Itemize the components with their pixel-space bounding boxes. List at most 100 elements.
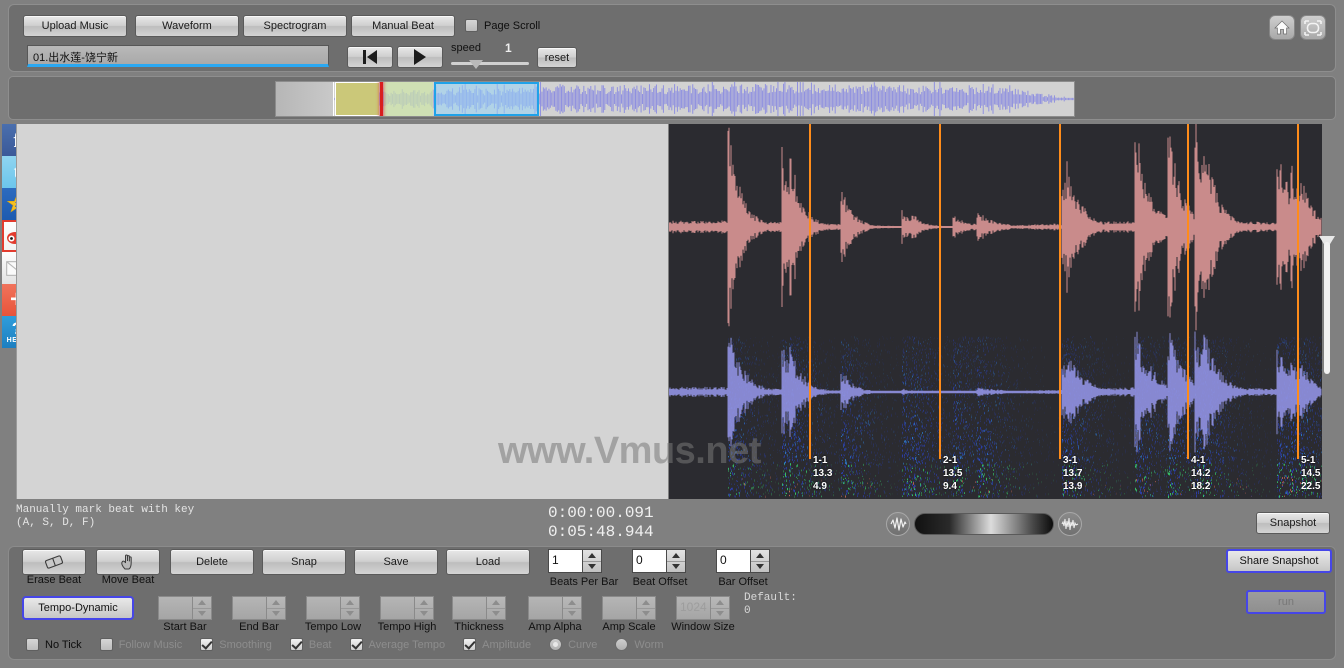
beat-label-3-1: 3-113.713.9 — [1063, 454, 1082, 493]
amp-scale-arrows — [636, 596, 656, 620]
average-tempo-checkbox: Average Tempo — [350, 638, 446, 651]
speed-slider-track[interactable] — [451, 62, 529, 65]
spectrogram-canvas[interactable]: 1-113.34.92-113.59.43-113.713.94-114.218… — [669, 124, 1322, 499]
beat-line-5-1[interactable] — [1297, 124, 1299, 459]
rewind-triangle-icon — [367, 50, 377, 64]
tempo-low-arrows — [340, 596, 360, 620]
start-bar-spinner — [158, 596, 212, 620]
overview-selection-olive[interactable] — [335, 82, 379, 116]
window-size-spinner: 1024 — [676, 596, 730, 620]
save-button[interactable]: Save — [354, 549, 438, 575]
bar-offset-spinner[interactable]: 0 — [716, 549, 770, 573]
beat-offset-spinner[interactable]: 0 — [632, 549, 686, 573]
beats-per-bar-value[interactable]: 1 — [548, 549, 582, 573]
beat-line-2-1[interactable] — [939, 124, 941, 459]
total-time: 0:05:48.944 — [548, 523, 654, 542]
snapshot-button[interactable]: Snapshot — [1256, 512, 1330, 534]
secondary-action-button[interactable]: run — [1246, 590, 1326, 614]
delete-button[interactable]: Delete — [170, 549, 254, 575]
tab-spectrogram[interactable]: Spectrogram — [243, 15, 347, 37]
amp-scale-spinner — [602, 596, 656, 620]
chevron-up-icon — [672, 553, 680, 558]
end-bar-down — [267, 609, 285, 620]
no-tick-checkbox[interactable]: No Tick — [26, 638, 82, 651]
beats-per-bar-up[interactable] — [583, 550, 601, 562]
snap-button[interactable]: Snap — [262, 549, 346, 575]
page-scroll-box[interactable] — [465, 19, 478, 32]
tempo-low-value — [306, 596, 340, 620]
empty-canvas-left[interactable] — [16, 124, 668, 499]
bar-offset-down[interactable] — [751, 562, 769, 573]
beats-per-bar-arrows[interactable] — [582, 549, 602, 573]
beat-offset-value[interactable]: 0 — [632, 549, 666, 573]
vertical-scrollbar[interactable] — [1324, 242, 1330, 374]
bar-offset-arrows[interactable] — [750, 549, 770, 573]
speed-slider-thumb[interactable] — [469, 60, 483, 69]
amp-alpha-up — [563, 597, 581, 609]
beats-per-bar-down[interactable] — [583, 562, 601, 573]
beat-offset-arrows[interactable] — [666, 549, 686, 573]
follow-music-label: Follow Music — [119, 639, 183, 651]
chevron-down-icon — [346, 611, 354, 616]
beat-line-1-1[interactable] — [809, 124, 811, 459]
follow-music-checkbox: Follow Music — [100, 638, 183, 651]
start-bar-value — [158, 596, 192, 620]
amp-scale-label: Amp Scale — [596, 621, 662, 633]
waveform-sharp-glyph — [1061, 517, 1079, 531]
erase-beat-button[interactable] — [22, 549, 86, 575]
track-title-input[interactable] — [27, 45, 329, 67]
no-tick-box[interactable] — [26, 638, 39, 651]
chevron-down-icon — [756, 564, 764, 569]
chevron-down-icon — [716, 611, 724, 616]
overview-waveform-strip[interactable] — [275, 81, 1075, 117]
bar-offset-value[interactable]: 0 — [716, 549, 750, 573]
eraser-icon — [43, 554, 65, 570]
waveform-round-icon[interactable] — [886, 512, 910, 536]
share-snapshot-button[interactable]: Share Snapshot — [1226, 549, 1332, 573]
rewind-button[interactable] — [347, 46, 393, 68]
beat-offset-down[interactable] — [667, 562, 685, 573]
beat-bar-number: 3-1 — [1063, 454, 1082, 467]
speed-reset-button[interactable]: reset — [537, 47, 577, 68]
beat-time-value: 18.2 — [1191, 480, 1210, 493]
beat-tempo-value: 14.5 — [1301, 467, 1320, 480]
overview-region-green[interactable] — [384, 82, 433, 116]
overview-viewport-blue[interactable] — [434, 82, 539, 116]
home-glyph — [1274, 20, 1290, 35]
overview-navigator-panel — [8, 76, 1336, 120]
curve-box — [549, 638, 562, 651]
play-button[interactable] — [397, 46, 443, 68]
beat-checkbox: Beat — [290, 638, 332, 651]
tab-manual-beat[interactable]: Manual Beat — [351, 15, 455, 37]
beat-offset-up[interactable] — [667, 550, 685, 562]
thickness-spinner — [452, 596, 506, 620]
fullscreen-icon[interactable] — [1300, 15, 1326, 40]
start-bar-up — [193, 597, 211, 609]
beat-line-4-1[interactable] — [1187, 124, 1189, 459]
tempo-dynamic-button[interactable]: Tempo-Dynamic — [22, 596, 134, 620]
waveform-sharp-icon[interactable] — [1058, 512, 1082, 536]
tempo-high-arrows — [414, 596, 434, 620]
window-size-up — [711, 597, 729, 609]
page-scroll-checkbox[interactable]: Page Scroll — [465, 19, 540, 32]
tab-waveform[interactable]: Waveform — [135, 15, 239, 37]
tab-upload-music[interactable]: Upload Music — [23, 15, 127, 37]
blend-slider-track[interactable] — [914, 513, 1054, 535]
move-beat-button[interactable] — [96, 549, 160, 575]
chevron-up-icon — [642, 600, 650, 605]
beat-line-3-1[interactable] — [1059, 124, 1061, 459]
beats-per-bar-spinner[interactable]: 1 — [548, 549, 602, 573]
chevron-down-icon — [588, 564, 596, 569]
start-bar-arrows — [192, 596, 212, 620]
beat-label: Beat — [309, 639, 332, 651]
overview-playhead[interactable] — [380, 81, 383, 117]
chevron-up-icon — [346, 600, 354, 605]
thickness-label: Thickness — [446, 621, 512, 633]
home-icon[interactable] — [1269, 15, 1295, 40]
main-canvas-area: 1-113.34.92-113.59.43-113.713.94-114.218… — [8, 124, 1336, 499]
bar-offset-up[interactable] — [751, 550, 769, 562]
load-button[interactable]: Load — [446, 549, 530, 575]
chevron-up-icon — [756, 553, 764, 558]
beat-bar-number: 4-1 — [1191, 454, 1210, 467]
amplitude-waveform — [669, 124, 1321, 330]
